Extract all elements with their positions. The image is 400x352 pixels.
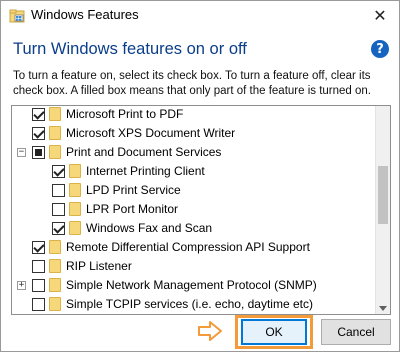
folder-icon <box>69 221 81 235</box>
feature-label: LPD Print Service <box>86 183 181 197</box>
feature-row[interactable]: LPR Port Monitor <box>12 200 376 219</box>
expand-icon[interactable]: + <box>17 281 26 290</box>
feature-row[interactable]: Remote Differential Compression API Supp… <box>12 238 376 257</box>
help-icon[interactable]: ? <box>371 40 389 58</box>
feature-checkbox[interactable] <box>32 260 45 273</box>
feature-label: Internet Printing Client <box>86 164 205 178</box>
scroll-down-icon[interactable] <box>379 306 387 311</box>
feature-row[interactable]: Microsoft Print to PDF <box>12 106 376 124</box>
feature-label: Print and Document Services <box>66 145 222 159</box>
feature-label: Simple Network Management Protocol (SNMP… <box>66 278 317 292</box>
feature-row[interactable]: LPD Print Service <box>12 181 376 200</box>
feature-label: Windows Fax and Scan <box>86 221 213 235</box>
feature-label: RIP Listener <box>66 259 132 273</box>
description-text: To turn a feature on, select its check b… <box>13 70 371 97</box>
folder-icon <box>49 145 61 159</box>
feature-row[interactable]: +SMB 1.0/CIFS File Sharing Support <box>12 314 376 315</box>
close-icon[interactable]: ✕ <box>369 5 391 27</box>
features-tree[interactable]: Microsoft Print to PDF Microsoft XPS Docu… <box>11 105 391 315</box>
feature-checkbox[interactable] <box>32 127 45 140</box>
feature-row[interactable]: RIP Listener <box>12 257 376 276</box>
feature-checkbox[interactable] <box>32 241 45 254</box>
cancel-button[interactable]: Cancel <box>321 319 391 345</box>
feature-row[interactable]: Windows Fax and Scan <box>12 219 376 238</box>
arrow-callout-icon <box>198 321 222 341</box>
feature-checkbox[interactable] <box>52 184 65 197</box>
feature-row[interactable]: Simple TCPIP services (i.e. echo, daytim… <box>12 295 376 314</box>
feature-checkbox[interactable] <box>52 222 65 235</box>
feature-checkbox[interactable] <box>32 298 45 311</box>
folder-icon <box>69 164 81 178</box>
folder-icon <box>49 297 61 311</box>
ok-button[interactable]: OK <box>241 319 307 345</box>
feature-checkbox[interactable] <box>52 203 65 216</box>
folder-icon <box>69 202 81 216</box>
feature-checkbox[interactable] <box>32 146 45 159</box>
feature-checkbox[interactable] <box>32 279 45 292</box>
window-title: Windows Features <box>31 7 139 22</box>
folder-icon <box>69 183 81 197</box>
folder-icon <box>49 107 61 121</box>
feature-row[interactable]: − Print and Document Services <box>12 143 376 162</box>
title-bar: Windows Features ✕ <box>1 1 399 31</box>
feature-label: Simple TCPIP services (i.e. echo, daytim… <box>66 297 313 311</box>
scrollbar-thumb[interactable] <box>378 166 388 224</box>
folder-icon <box>49 259 61 273</box>
feature-label: LPR Port Monitor <box>86 202 179 216</box>
feature-label: Microsoft XPS Document Writer <box>66 126 236 140</box>
feature-row[interactable]: + Simple Network Management Protocol (SNM… <box>12 276 376 295</box>
feature-checkbox[interactable] <box>32 108 45 121</box>
feature-label: Microsoft Print to PDF <box>66 107 184 121</box>
feature-row[interactable]: Microsoft XPS Document Writer <box>12 124 376 143</box>
collapse-icon[interactable]: − <box>17 148 26 157</box>
windows-features-dialog: Windows Features ✕ Turn Windows features… <box>0 0 400 352</box>
feature-row[interactable]: Internet Printing Client <box>12 162 376 181</box>
page-title: Turn Windows features on or off <box>13 40 247 58</box>
folder-icon <box>49 126 61 140</box>
folder-icon <box>49 240 61 254</box>
windows-features-icon <box>9 9 25 23</box>
feature-checkbox[interactable] <box>52 165 65 178</box>
folder-icon <box>49 278 61 292</box>
feature-label: Remote Differential Compression API Supp… <box>66 240 310 254</box>
vertical-scrollbar[interactable] <box>375 106 390 314</box>
